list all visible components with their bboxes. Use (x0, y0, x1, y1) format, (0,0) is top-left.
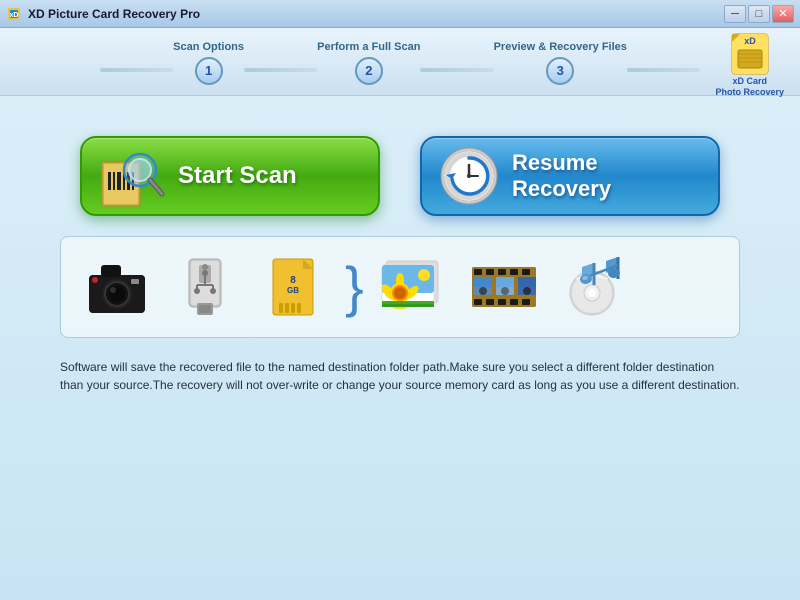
arrow-bracket-icon: } (345, 259, 364, 315)
step2-circle: 2 (355, 57, 383, 85)
resume-recovery-label: Resume Recovery (512, 150, 702, 202)
film-strip-icon (468, 251, 540, 323)
resume-recovery-button[interactable]: Resume Recovery (420, 136, 720, 216)
sd-card-icon: 8 GB (257, 251, 329, 323)
step-line-pre1 (100, 68, 173, 72)
window-title: XD Picture Card Recovery Pro (28, 7, 724, 21)
audio-icon (556, 251, 628, 323)
step-line-post3 (627, 68, 700, 72)
app-icon: xD (6, 6, 22, 22)
logo-svg: xD (724, 32, 776, 76)
step3-label: Preview & Recovery Files (494, 41, 627, 53)
wizard-step-2: Perform a Full Scan 2 (317, 41, 420, 85)
description-text: Software will save the recovered file to… (60, 358, 740, 394)
step1-label: Scan Options (173, 41, 244, 53)
step-line-1-2 (244, 68, 317, 72)
buttons-row: Start Scan Re (80, 136, 720, 216)
media-icons-box: 8 GB } (60, 236, 740, 338)
step1-circle: 1 (195, 57, 223, 85)
step3-circle: 3 (546, 57, 574, 85)
camera-icon (81, 251, 153, 323)
titlebar: xD XD Picture Card Recovery Pro ─ □ ✕ (0, 0, 800, 28)
maximize-button[interactable]: □ (748, 5, 770, 23)
wizard-step-1: Scan Options 1 (173, 41, 244, 85)
minimize-button[interactable]: ─ (724, 5, 746, 23)
wizard-bar: Scan Options 1 Perform a Full Scan 2 Pre… (0, 28, 800, 96)
window-controls: ─ □ ✕ (724, 5, 794, 23)
wizard-step-3: Preview & Recovery Files 3 (494, 41, 627, 85)
step-line-2-3 (420, 68, 493, 72)
photos-icon (380, 251, 452, 323)
svg-text:8: 8 (290, 275, 296, 286)
resume-icon (438, 145, 500, 207)
step2-label: Perform a Full Scan (317, 41, 420, 53)
wizard-steps: Scan Options 1 Perform a Full Scan 2 Pre… (100, 41, 700, 85)
svg-text:xD: xD (10, 12, 19, 19)
close-button[interactable]: ✕ (772, 5, 794, 23)
scan-icon (98, 142, 166, 210)
main-content: Start Scan Re (0, 96, 800, 600)
svg-text:xD: xD (744, 36, 756, 46)
app-logo: xD xD CardPhoto Recovery (715, 32, 784, 98)
start-scan-button[interactable]: Start Scan (80, 136, 380, 216)
start-scan-label: Start Scan (178, 162, 297, 190)
usb-drive-icon (169, 251, 241, 323)
logo-text: xD CardPhoto Recovery (715, 76, 784, 98)
svg-text:GB: GB (287, 286, 299, 295)
